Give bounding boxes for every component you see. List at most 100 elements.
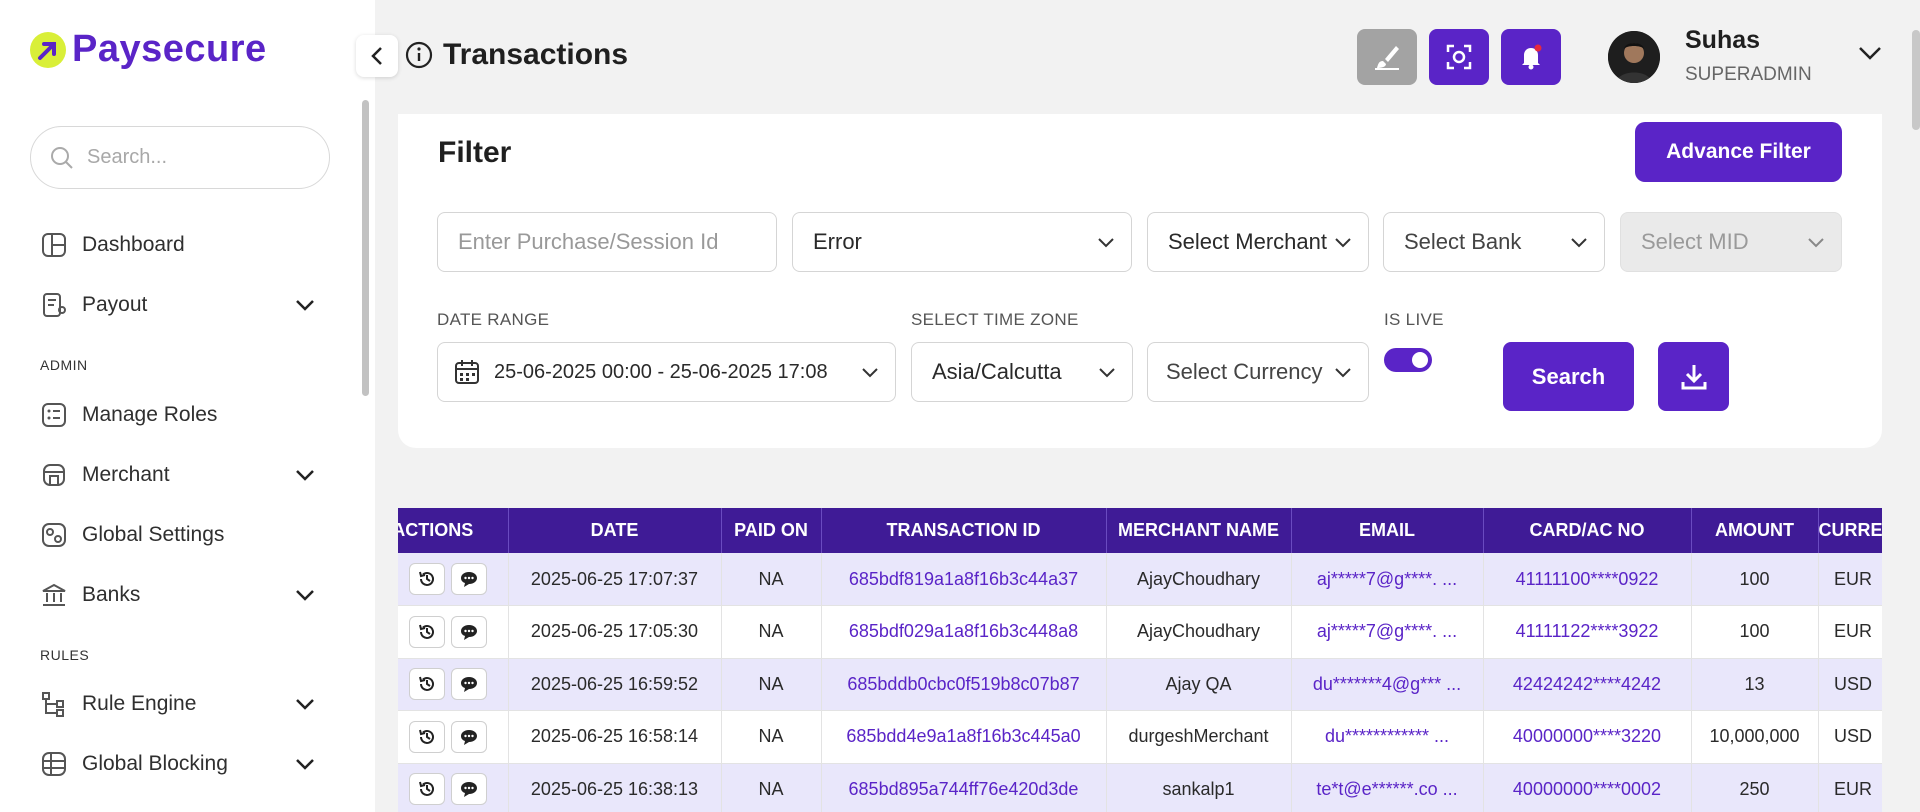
actions-cell [398,763,509,812]
info-icon[interactable] [405,41,433,69]
card-cell[interactable]: 40000000****0002 [1483,763,1692,812]
email-cell[interactable]: aj*****7@g****. ... [1291,553,1484,606]
history-icon [418,782,434,797]
transactions-table-container[interactable]: ACTIONS DATE PAID ON TRANSACTION ID MERC… [398,508,1882,812]
email-cell[interactable]: aj*****7@g****. ... [1291,605,1484,659]
table-row[interactable]: 2025-06-25 16:59:52 NA 685bddb0cbc0f519b… [398,658,1882,711]
comment-button[interactable] [450,615,487,648]
comment-button[interactable] [450,668,487,701]
merchant-cell: Ajay QA [1106,658,1292,711]
comment-icon [460,677,477,693]
comment-button[interactable] [450,563,487,595]
table-row[interactable]: 2025-06-25 17:07:37 NA 685bdf819a1a8f16b… [398,553,1882,606]
col-header-card-ac-no[interactable]: CARD/AC NO [1483,508,1692,553]
history-button[interactable] [408,668,445,701]
col-header-amount[interactable]: AMOUNT [1691,508,1819,553]
col-header-currency[interactable]: CURRENCY [1818,508,1882,553]
section-admin: ADMIN [40,357,88,373]
currency-cell: EUR [1818,605,1882,659]
merchant-cell: AjayChoudhary [1106,605,1292,659]
transaction-id-link[interactable]: 685bdf819a1a8f16b3c44a37 [821,553,1107,606]
search-icon [51,146,73,169]
transaction-id-link[interactable]: 685bddb0cbc0f519b8c07b87 [821,658,1107,711]
col-header-paid-on[interactable]: PAID ON [721,508,822,553]
transaction-id-link[interactable]: 685bdd4e9a1a8f16b3c445a0 [821,710,1107,764]
comment-icon [460,624,477,640]
purchase-session-input[interactable]: Enter Purchase/Session Id [437,212,777,272]
timezone-select[interactable]: Asia/Calcutta [911,342,1133,402]
sidebar-item-global-blocking[interactable]: Global Blocking [40,744,315,784]
email-cell[interactable]: du*******4@g*** ... [1291,658,1484,711]
col-header-date[interactable]: DATE [508,508,722,553]
user-menu-chevron-down-icon[interactable] [1858,46,1882,60]
sidebar-search[interactable] [30,126,330,189]
table-row[interactable]: 2025-06-25 16:38:13 NA 685bd895a744ff76e… [398,763,1882,812]
card-cell[interactable]: 40000000****3220 [1483,710,1692,764]
card-cell[interactable]: 41111122****3922 [1483,605,1692,659]
bank-select[interactable]: Select Bank [1383,212,1605,272]
dashboard-icon [40,231,68,259]
comment-icon [460,729,477,745]
col-header-transaction-id[interactable]: TRANSACTION ID [821,508,1107,553]
transaction-id-link[interactable]: 685bdf029a1a8f16b3c448a8 [821,605,1107,659]
date-range-picker[interactable]: 25-06-2025 00:00 - 25-06-2025 17:08 [437,342,896,402]
chevron-down-icon [296,470,314,481]
table-row[interactable]: 2025-06-25 17:05:30 NA 685bdf029a1a8f16b… [398,605,1882,659]
history-button[interactable] [408,615,445,648]
email-cell[interactable]: du************ ... [1291,710,1484,764]
currency-select[interactable]: Select Currency [1147,342,1369,402]
history-button[interactable] [408,563,445,595]
sidebar-item-rule-engine[interactable]: Rule Engine [40,684,315,724]
sidebar-item-label: Dashboard [82,233,185,256]
comment-button[interactable] [450,773,487,806]
date-cell: 2025-06-25 16:59:52 [508,658,722,711]
sidebar-item-manage-roles[interactable]: Manage Roles [40,395,315,435]
merchant-select[interactable]: Select Merchant [1147,212,1369,272]
page-scrollbar[interactable] [1912,30,1920,130]
history-button[interactable] [408,773,445,806]
col-header-email[interactable]: EMAIL [1291,508,1484,553]
card-cell[interactable]: 41111100****0922 [1483,553,1692,606]
sidebar-item-payout[interactable]: Payout [40,285,315,325]
page-title: Transactions [405,38,628,72]
history-icon [418,624,434,639]
sidebar-item-merchant[interactable]: Merchant [40,455,315,495]
chevron-down-icon [1335,237,1351,247]
global-blocking-icon [40,750,68,778]
sidebar-item-banks[interactable]: Banks [40,575,315,615]
col-header-actions[interactable]: ACTIONS [398,508,509,553]
email-cell[interactable]: te*t@e******.co ... [1291,763,1484,812]
download-button[interactable] [1658,342,1729,411]
comment-button[interactable] [450,720,487,753]
paid-on-cell: NA [721,710,822,764]
bank-icon [40,581,68,609]
advance-filter-button[interactable]: Advance Filter [1635,122,1842,182]
brand-logo[interactable]: Paysecure [30,28,267,71]
chevron-down-icon [296,699,314,710]
search-button[interactable]: Search [1503,342,1634,411]
sidebar-search-input[interactable] [87,146,307,169]
collapse-sidebar-button[interactable] [356,35,398,77]
col-header-merchant-name[interactable]: MERCHANT NAME [1106,508,1292,553]
card-cell[interactable]: 42424242****4242 [1483,658,1692,711]
status-select[interactable]: Error [792,212,1132,272]
history-button[interactable] [408,720,445,753]
notifications-button[interactable] [1501,29,1561,85]
sidebar-item-dashboard[interactable]: Dashboard [40,225,315,265]
chevron-down-icon [862,367,878,377]
history-icon [418,677,434,692]
currency-placeholder: Select Currency [1166,359,1323,384]
chevron-down-icon [296,590,314,601]
clear-button[interactable] [1357,29,1417,85]
avatar[interactable] [1608,31,1660,83]
scan-button[interactable] [1429,29,1489,85]
is-live-toggle[interactable] [1384,348,1432,372]
merchant-cell: durgeshMerchant [1106,710,1292,764]
amount-cell: 100 [1691,605,1819,659]
brand-name: Paysecure [72,28,267,70]
table-row[interactable]: 2025-06-25 16:58:14 NA 685bdd4e9a1a8f16b… [398,710,1882,764]
transaction-id-link[interactable]: 685bd895a744ff76e420d3de [821,763,1107,812]
sidebar-item-global-settings[interactable]: Global Settings [40,515,315,555]
app-root: Paysecure Dashboard Payout ADMIN Manage … [0,0,1920,812]
sidebar-scrollbar[interactable] [362,100,369,396]
